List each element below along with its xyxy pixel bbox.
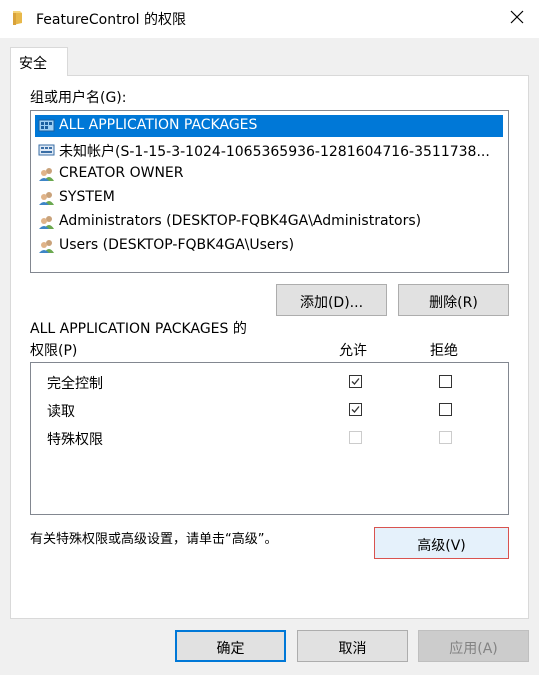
permission-name: 读取 <box>47 404 75 420</box>
permission-name: 特殊权限 <box>47 432 103 448</box>
checkmark-icon <box>351 406 360 413</box>
close-button[interactable] <box>508 8 526 26</box>
list-item-label: Users (DESKTOP-FQBK4GA\Users) <box>59 237 295 253</box>
checkmark-icon <box>351 378 360 385</box>
remove-button[interactable]: 删除(R) <box>398 284 509 316</box>
deny-read-checkbox[interactable] <box>439 403 452 416</box>
list-item[interactable]: Users (DESKTOP-FQBK4GA\Users) <box>35 235 503 257</box>
window-title: FeatureControl 的权限 <box>36 12 186 28</box>
ok-button-label: 确定 <box>216 641 245 657</box>
allow-full-control-checkbox[interactable] <box>349 375 362 388</box>
list-item[interactable]: CREATOR OWNER <box>35 163 503 185</box>
user-group-icon <box>38 166 56 182</box>
permissions-title: ALL APPLICATION PACKAGES 的 <box>30 321 247 337</box>
deny-special-checkbox <box>439 431 452 444</box>
app-packages-icon <box>38 118 56 134</box>
list-item-label: ALL APPLICATION PACKAGES <box>59 117 258 133</box>
advanced-hint: 有关特殊权限或高级设置，请单击“高级”。 <box>30 532 278 547</box>
advanced-button-label: 高级(V) <box>417 538 466 554</box>
ok-button[interactable]: 确定 <box>175 630 286 662</box>
list-item-label: SYSTEM <box>59 189 115 205</box>
allow-read-checkbox[interactable] <box>349 403 362 416</box>
add-button[interactable]: 添加(D)... <box>276 284 387 316</box>
user-group-icon <box>38 190 56 206</box>
user-group-icon <box>38 238 56 254</box>
add-button-label: 添加(D)... <box>299 295 364 311</box>
apply-button-label: 应用(A) <box>449 641 498 657</box>
cancel-button-label: 取消 <box>338 641 367 657</box>
list-item[interactable]: SYSTEM <box>35 187 503 209</box>
tab-security[interactable]: 安全 <box>10 47 68 76</box>
remove-button-label: 删除(R) <box>429 295 478 311</box>
permission-name: 完全控制 <box>47 376 103 392</box>
unknown-account-icon <box>38 142 56 158</box>
allow-header: 允许 <box>339 343 367 359</box>
list-item-label: 未知帐户(S-1-15-3-1024-1065365936-1281604716… <box>59 144 490 160</box>
tab-security-label: 安全 <box>19 56 47 72</box>
permissions-label: 权限(P) <box>30 343 78 359</box>
folder-icon <box>11 10 25 26</box>
list-item[interactable]: Administrators (DESKTOP-FQBK4GA\Administ… <box>35 211 503 233</box>
user-group-icon <box>38 214 56 230</box>
groups-listbox[interactable]: ALL APPLICATION PACKAGES 未知帐户(S-1-15-3-1… <box>30 110 509 273</box>
list-item-label: CREATOR OWNER <box>59 165 184 181</box>
allow-special-checkbox <box>349 431 362 444</box>
deny-header: 拒绝 <box>430 343 458 359</box>
close-icon <box>510 10 524 24</box>
groups-label: 组或用户名(G): <box>30 90 127 106</box>
apply-button: 应用(A) <box>418 630 529 662</box>
cancel-button[interactable]: 取消 <box>297 630 408 662</box>
advanced-button[interactable]: 高级(V) <box>374 527 509 559</box>
list-item-label: Administrators (DESKTOP-FQBK4GA\Administ… <box>59 213 422 229</box>
list-item[interactable]: 未知帐户(S-1-15-3-1024-1065365936-1281604716… <box>35 139 503 161</box>
permissions-list: 完全控制 读取 特殊权限 <box>30 362 509 515</box>
deny-full-control-checkbox[interactable] <box>439 375 452 388</box>
list-item[interactable]: ALL APPLICATION PACKAGES <box>35 115 503 137</box>
